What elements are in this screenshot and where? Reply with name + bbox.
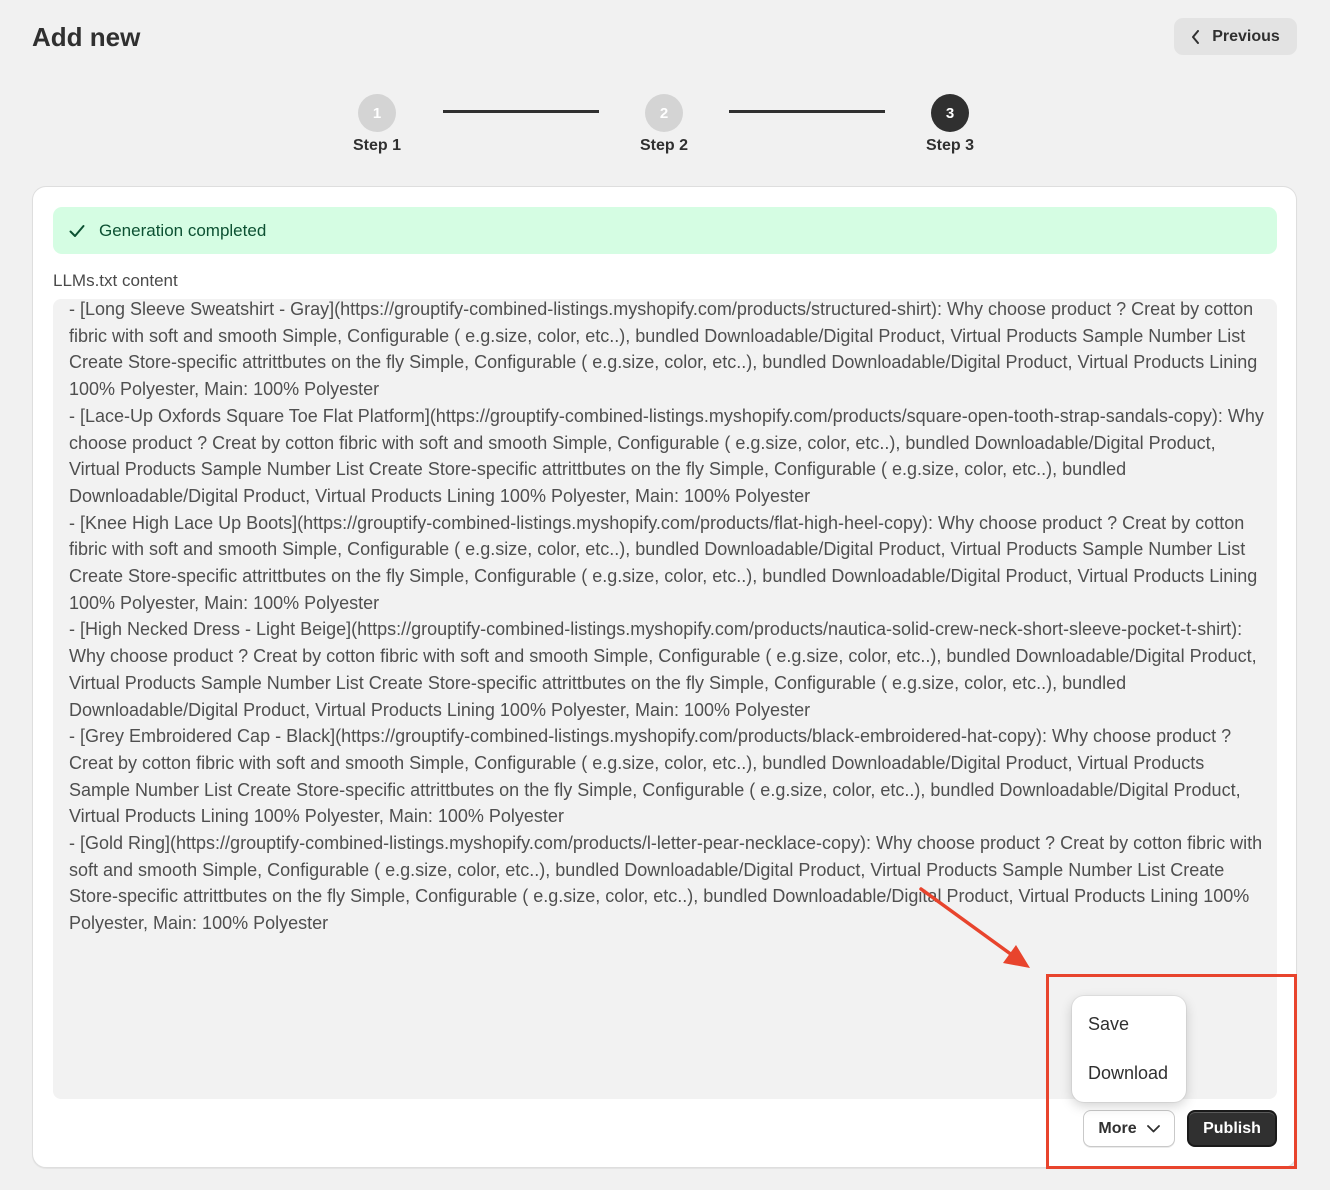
success-banner: Generation completed [53, 207, 1277, 254]
step-2-circle: 2 [645, 94, 683, 132]
step-3-circle: 3 [931, 94, 969, 132]
step-3[interactable]: 3 Step 3 [905, 94, 995, 155]
annotation-highlight-box [1046, 974, 1297, 1169]
check-icon [69, 224, 85, 237]
step-1-label: Step 1 [352, 137, 401, 154]
step-1-circle: 1 [358, 94, 396, 132]
stepper: 1 Step 1 2 Step 2 3 Step 3 [0, 0, 1330, 170]
step-2[interactable]: 2 Step 2 [619, 94, 709, 155]
step-connector-2 [729, 110, 885, 113]
step-2-label: Step 2 [639, 137, 688, 154]
step-connector-1 [443, 110, 599, 113]
llms-content-text: - [Long Sleeve Sweatshirt - Gray](https:… [69, 299, 1264, 934]
step-1[interactable]: 1 Step 1 [332, 94, 422, 155]
content-label: LLMs.txt content [53, 271, 178, 290]
banner-text: Generation completed [99, 220, 267, 240]
step-3-label: Step 3 [925, 137, 974, 154]
